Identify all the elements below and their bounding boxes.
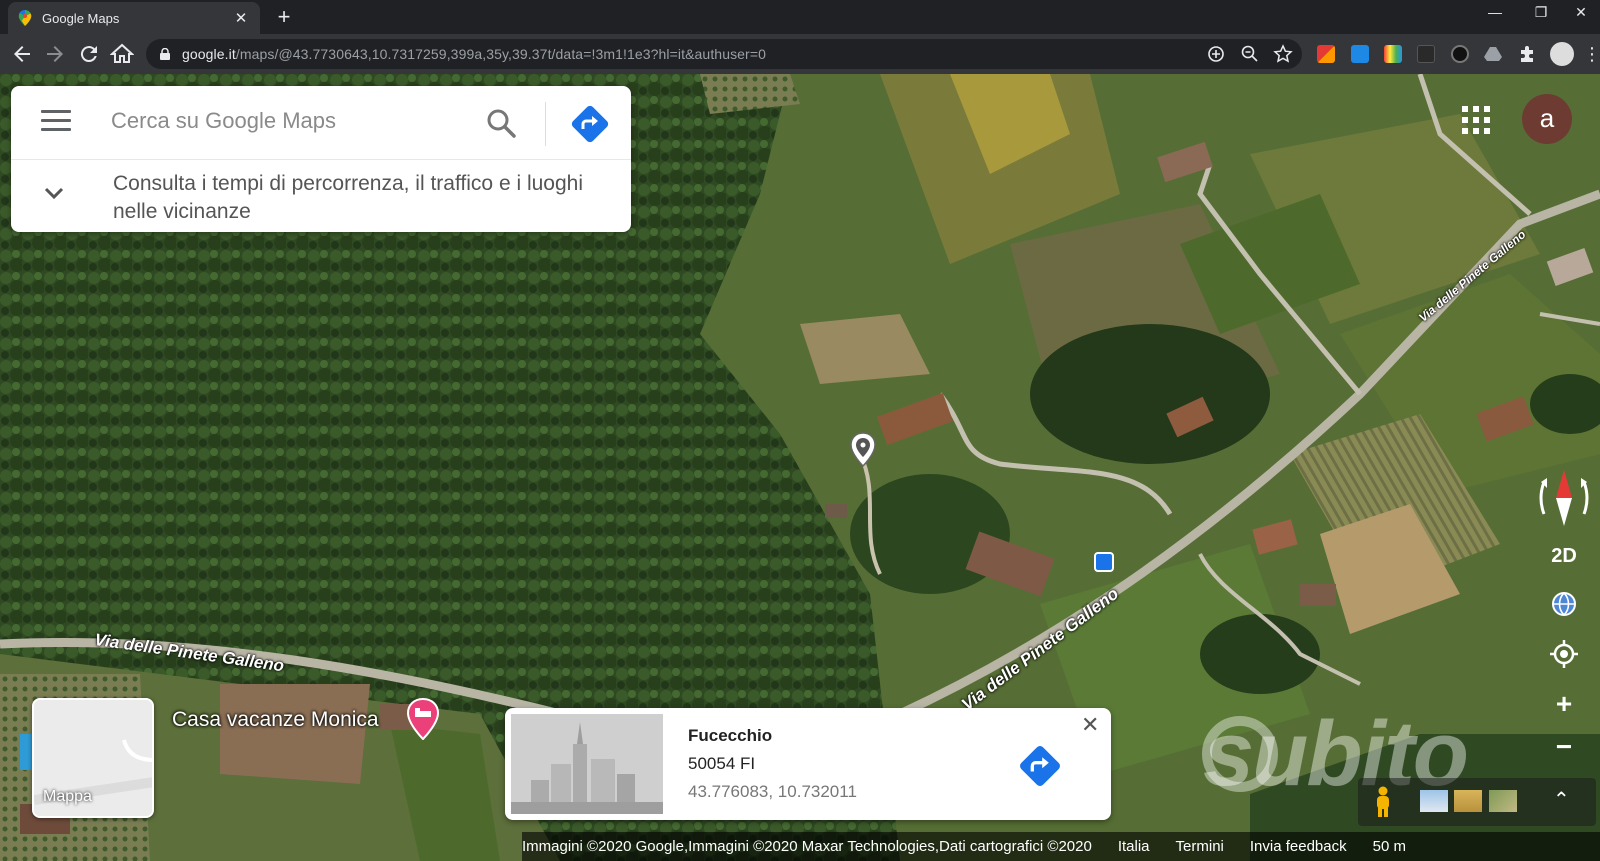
terms-link[interactable]: Termini [1176, 838, 1224, 855]
extension-1-icon[interactable] [1317, 45, 1335, 63]
chevron-down-icon[interactable] [43, 186, 65, 200]
imagery-thumbnails[interactable] [1420, 790, 1519, 814]
feedback-link[interactable]: Invia feedback [1250, 838, 1347, 855]
google-apps-icon[interactable] [1462, 106, 1490, 134]
install-app-icon[interactable] [1206, 44, 1226, 64]
translate-extension-icon[interactable] [1351, 45, 1369, 63]
expand-chevron-icon[interactable]: ⌃ [1553, 787, 1570, 812]
tab-close-icon[interactable]: ✕ [232, 9, 250, 27]
drive-extension-icon[interactable] [1484, 45, 1502, 63]
place-coordinates[interactable]: 43.776083, 10.732011 [688, 782, 857, 802]
map-type-toggle[interactable]: Mappa [32, 698, 154, 818]
search-input[interactable] [111, 108, 471, 134]
search-row [11, 86, 631, 160]
country-link[interactable]: Italia [1118, 838, 1150, 855]
explore-hint[interactable]: Consulta i tempi di percorrenza, il traf… [113, 170, 603, 226]
profile-avatar[interactable] [1550, 42, 1574, 66]
map-footer: Immagini ©2020 Google,Immagini ©2020 Max… [522, 832, 1600, 861]
place-info-card[interactable]: Fucecchio 50054 FI 43.776083, 10.732011 … [505, 708, 1111, 820]
my-location-icon[interactable] [1544, 634, 1584, 674]
map-canvas[interactable]: Consulta i tempi di percorrenza, il traf… [0, 74, 1600, 861]
place-thumbnail[interactable] [511, 714, 663, 814]
extension-grid-icon[interactable] [1417, 45, 1435, 63]
menu-hamburger-icon[interactable] [41, 110, 71, 134]
extensions-puzzle-icon[interactable] [1518, 45, 1536, 63]
search-icon[interactable] [484, 106, 518, 140]
zoom-icon[interactable] [1240, 44, 1260, 64]
minimize-button[interactable]: — [1472, 4, 1518, 20]
zoom-out-button[interactable]: − [1544, 727, 1584, 767]
menu-dots-icon[interactable]: ⋮ [1580, 42, 1600, 66]
close-icon[interactable]: ✕ [1081, 712, 1099, 738]
imagery-thumb-2[interactable] [1454, 790, 1483, 812]
account-avatar[interactable]: a [1522, 94, 1572, 144]
imagery-thumb-3[interactable] [1488, 790, 1517, 812]
place-title: Fucecchio [688, 726, 773, 745]
restore-button[interactable]: ❐ [1518, 4, 1564, 21]
home-icon[interactable] [110, 42, 134, 66]
imagery-thumb-1[interactable] [1420, 790, 1448, 812]
city-illustration-icon [511, 714, 663, 814]
tab-bar: Google Maps ✕ + — ❐ ✕ [0, 0, 1600, 34]
compass-icon[interactable] [1532, 460, 1596, 536]
forward-arrow-icon[interactable] [43, 42, 67, 66]
address-bar[interactable]: google.it/maps/@43.7730643,10.7317259,39… [146, 39, 1302, 69]
map-type-label: Mappa [43, 788, 92, 805]
scale-bar[interactable]: 50 m [1373, 838, 1406, 855]
url-path: /maps/@43.7730643,10.7317259,399a,35y,39… [235, 46, 766, 62]
color-extension-icon[interactable] [1384, 45, 1402, 63]
pegman-icon[interactable] [1372, 786, 1394, 818]
bus-stop-icon[interactable] [1094, 552, 1114, 572]
place-postal: 50054 FI [688, 754, 756, 773]
directions-icon[interactable] [570, 104, 610, 144]
hotel-pin-icon[interactable] [406, 698, 440, 740]
tilt-2d-button[interactable]: 2D [1540, 536, 1588, 576]
location-pin-icon[interactable] [848, 432, 878, 468]
poi-label[interactable]: Casa vacanze Monica [172, 708, 379, 732]
back-arrow-icon[interactable] [10, 42, 34, 66]
profile-extension-icon[interactable] [1451, 45, 1469, 63]
browser-toolbar: google.it/maps/@43.7730643,10.7317259,39… [0, 34, 1600, 74]
url-domain: google.it [182, 46, 236, 62]
reload-icon[interactable] [77, 42, 101, 66]
new-tab-button[interactable]: + [272, 6, 296, 28]
tab-google-maps[interactable]: Google Maps ✕ [8, 2, 260, 34]
bookmark-star-icon[interactable] [1273, 44, 1293, 64]
zoom-in-button[interactable]: + [1544, 684, 1584, 724]
search-panel: Consulta i tempi di percorrenza, il traf… [11, 86, 631, 232]
lock-icon [160, 48, 170, 60]
search-divider [545, 102, 546, 146]
google-maps-favicon-icon [18, 10, 32, 26]
url-text: google.it/maps/@43.7730643,10.7317259,39… [182, 46, 766, 62]
globe-icon[interactable] [1544, 584, 1584, 624]
imagery-credits: Immagini ©2020 Google,Immagini ©2020 Max… [522, 838, 1092, 855]
close-window-button[interactable]: ✕ [1562, 4, 1600, 21]
directions-icon[interactable] [1018, 744, 1062, 788]
tab-title: Google Maps [42, 10, 120, 26]
